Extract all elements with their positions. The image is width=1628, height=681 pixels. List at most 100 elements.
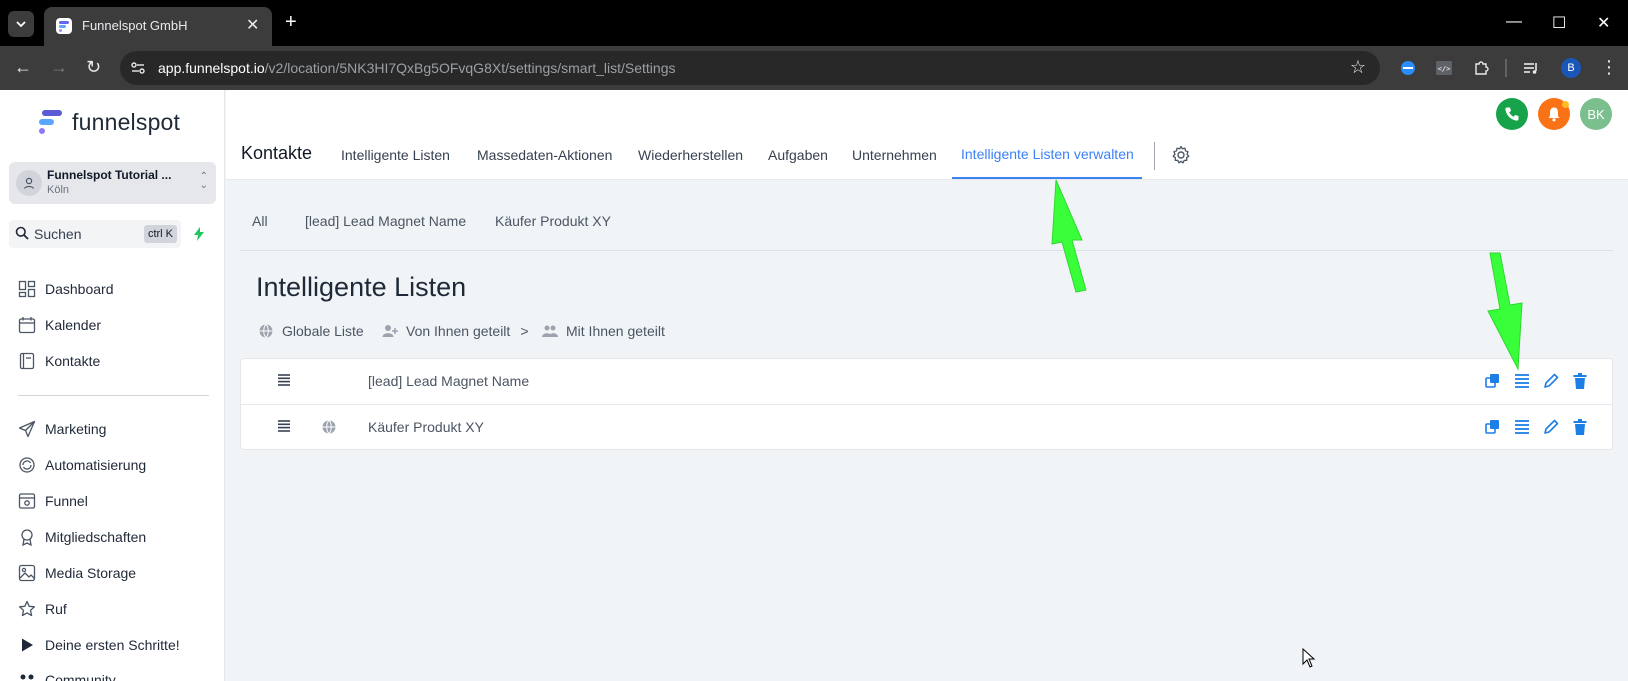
share-tab-global[interactable]: Globale Liste (258, 323, 364, 339)
forward-icon[interactable]: → (50, 58, 68, 76)
share-tab-label: Von Ihnen geteilt (406, 323, 511, 339)
gear-icon[interactable] (1171, 145, 1191, 165)
edit-pencil-icon[interactable] (1542, 372, 1560, 390)
site-settings-icon[interactable] (130, 60, 146, 76)
sidebar-item-community[interactable]: Community (18, 668, 116, 681)
location-city: Köln (47, 184, 70, 196)
table-row: [lead] Lead Magnet Name (241, 359, 1612, 404)
tab-wiederherstellen[interactable]: Wiederherstellen (638, 147, 743, 163)
new-tab-icon[interactable]: + (285, 12, 297, 32)
list-view-icon[interactable] (1513, 418, 1531, 436)
tab-close-icon[interactable]: ✕ (246, 15, 259, 35)
extensions-puzzle-icon[interactable] (1471, 58, 1491, 78)
quick-action-bolt-icon[interactable] (189, 224, 209, 244)
sidebar-item-media-storage[interactable]: Media Storage (18, 561, 136, 585)
main-header: BK Kontakte Intelligente Listen Massedat… (226, 90, 1628, 180)
reload-icon[interactable]: ↻ (86, 58, 101, 76)
sidebar-item-label: Marketing (45, 421, 107, 437)
chevron-updown-icon: ⌃ ⌄ (199, 171, 208, 191)
search-icon (15, 226, 29, 240)
tab-unternehmen[interactable]: Unternehmen (852, 147, 937, 163)
profile-avatar[interactable]: B (1561, 58, 1581, 78)
extension-vpn-icon[interactable] (1398, 58, 1418, 78)
media-queue-icon[interactable] (1521, 58, 1541, 78)
smart-list-name[interactable]: Käufer Produkt XY (368, 419, 484, 435)
annotation-arrow-up-icon (1051, 179, 1087, 293)
location-name: Funnelspot Tutorial ... (47, 168, 172, 182)
sidebar-item-dashboard[interactable]: Dashboard (18, 277, 114, 301)
sidebar-item-label: Community (45, 672, 116, 681)
tab-search-chevron-icon[interactable] (8, 11, 34, 37)
tab-massedaten-aktionen[interactable]: Massedaten-Aktionen (477, 147, 612, 163)
sidebar-item-ruf[interactable]: Ruf (18, 597, 67, 621)
notifications-button[interactable] (1538, 98, 1570, 130)
back-icon[interactable]: ← (14, 58, 32, 76)
sidebar-item-automatisierung[interactable]: Automatisierung (18, 453, 146, 477)
logo-text: funnelspot (72, 108, 181, 135)
sidebar-search[interactable]: Suchen ctrl K (9, 220, 181, 248)
tab-title: Funnelspot GmbH (82, 18, 188, 33)
star-icon (18, 600, 36, 617)
browser-tab[interactable]: Funnelspot GmbH ✕ (44, 7, 272, 46)
funnelspot-favicon-icon (56, 18, 72, 34)
bookmark-star-icon[interactable]: ☆ (1350, 57, 1366, 78)
maximize-icon[interactable]: ☐ (1552, 13, 1566, 33)
address-bar[interactable]: app.funnelspot.io/v2/location/5NK3HI7QxB… (120, 51, 1380, 85)
sidebar: funnelspot Funnelspot Tutorial ... Köln … (0, 90, 225, 681)
contacts-icon (19, 352, 35, 370)
copy-icon[interactable] (1484, 418, 1502, 436)
tab-intelligente-listen[interactable]: Intelligente Listen (341, 147, 450, 163)
drag-handle-icon[interactable] (277, 373, 291, 387)
sidebar-item-funnel[interactable]: Funnel (18, 489, 88, 513)
sidebar-item-marketing[interactable]: Marketing (18, 417, 106, 441)
funnelspot-logo[interactable]: funnelspot (36, 108, 180, 136)
funnelspot-logo-icon (39, 110, 62, 134)
automation-icon (19, 457, 35, 473)
trash-icon[interactable] (1571, 372, 1589, 390)
sidebar-item-mitgliedschaften[interactable]: Mitgliedschaften (18, 525, 146, 549)
window-close-icon[interactable]: ✕ (1597, 13, 1610, 33)
filter-all[interactable]: All (252, 213, 268, 229)
filter-kaeufer-produkt[interactable]: Käufer Produkt XY (495, 213, 611, 229)
browser-tab-bar: Funnelspot GmbH ✕ + — ☐ ✕ (0, 0, 1628, 46)
share-tab-shared-with-you[interactable]: Mit Ihnen geteilt (542, 323, 665, 339)
filter-lead-magnet[interactable]: [lead] Lead Magnet Name (305, 213, 466, 229)
annotation-arrow-down-icon (1487, 252, 1523, 371)
phone-icon (1505, 107, 1519, 121)
community-icon (20, 674, 34, 680)
edit-pencil-icon[interactable] (1542, 418, 1560, 436)
url-text: app.funnelspot.io/v2/location/5NK3HI7QxB… (158, 60, 676, 76)
sidebar-item-kalender[interactable]: Kalender (18, 313, 101, 337)
smart-lists-table: [lead] Lead Magnet Name Käufer Produkt X… (240, 358, 1613, 450)
list-view-icon[interactable] (1513, 372, 1531, 390)
sidebar-item-label: Deine ersten Schritte! (45, 637, 180, 653)
table-row: Käufer Produkt XY (241, 404, 1612, 449)
share-tab-label: Mit Ihnen geteilt (566, 323, 665, 339)
search-label: Suchen (34, 226, 82, 242)
page-title: Kontakte (241, 143, 313, 163)
sidebar-item-label: Ruf (45, 601, 67, 617)
sidebar-item-label: Automatisierung (45, 457, 147, 473)
user-avatar[interactable]: BK (1580, 98, 1612, 130)
tab-aufgaben[interactable]: Aufgaben (768, 147, 828, 163)
drag-handle-icon[interactable] (277, 419, 291, 433)
location-switcher[interactable]: Funnelspot Tutorial ... Köln ⌃ ⌄ (9, 162, 216, 204)
tab-intelligente-listen-verwalten[interactable]: Intelligente Listen verwalten (961, 146, 1134, 162)
phone-button[interactable] (1496, 98, 1528, 130)
membership-icon (21, 529, 33, 546)
users-group-icon (542, 325, 558, 337)
trash-icon[interactable] (1571, 418, 1589, 436)
funnel-icon (18, 493, 36, 509)
toolbar-divider (1505, 59, 1507, 77)
sidebar-item-erste-schritte[interactable]: Deine ersten Schritte! (18, 633, 180, 657)
sidebar-item-kontakte[interactable]: Kontakte (18, 349, 100, 373)
copy-icon[interactable] (1484, 372, 1502, 390)
browser-menu-icon[interactable]: ⋮ (1600, 58, 1618, 76)
extension-code-icon[interactable]: </> (1434, 58, 1454, 78)
sidebar-item-label: Mitgliedschaften (45, 529, 147, 545)
minimize-icon[interactable]: — (1506, 13, 1522, 31)
share-tab-shared-by-you[interactable]: Von Ihnen geteilt > (382, 323, 529, 339)
smart-list-name[interactable]: [lead] Lead Magnet Name (368, 373, 529, 389)
tab-divider (1154, 142, 1155, 170)
dashboard-icon (18, 280, 36, 298)
